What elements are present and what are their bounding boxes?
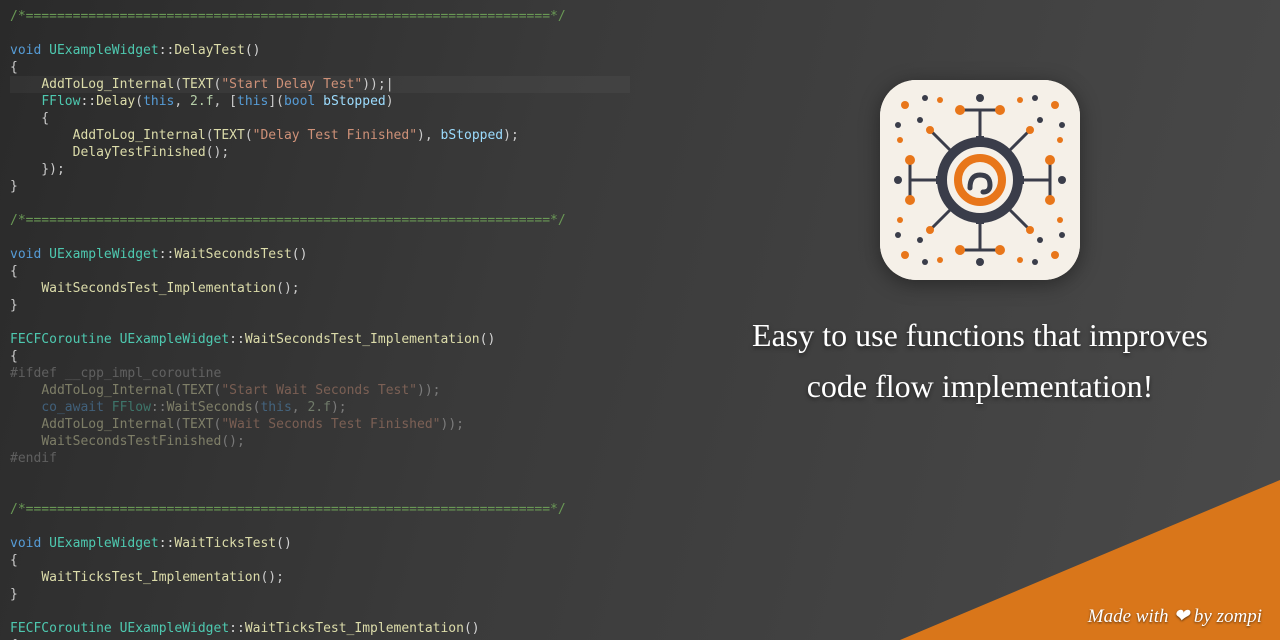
- right-panel: Easy to use functions that improves code…: [740, 80, 1220, 412]
- code-line: #endif: [10, 450, 630, 467]
- code-line: AddToLog_Internal(TEXT("Start Wait Secon…: [10, 382, 630, 399]
- code-line: [10, 195, 630, 212]
- code-line: /*======================================…: [10, 212, 630, 229]
- code-line: void UExampleWidget::DelayTest(): [10, 42, 630, 59]
- code-line: AddToLog_Internal(TEXT("Wait Seconds Tes…: [10, 416, 630, 433]
- code-line: AddToLog_Internal(TEXT("Start Delay Test…: [10, 76, 630, 93]
- code-line: {: [10, 59, 630, 76]
- code-line: FFlow::Delay(this, 2.f, [this](bool bSto…: [10, 93, 630, 110]
- code-line: WaitSecondsTestFinished();: [10, 433, 630, 450]
- code-line: }: [10, 297, 630, 314]
- code-line: DelayTestFinished();: [10, 144, 630, 161]
- code-line: }: [10, 586, 630, 603]
- code-line: void UExampleWidget::WaitTicksTest(): [10, 535, 630, 552]
- code-line: }: [10, 178, 630, 195]
- code-line: });: [10, 161, 630, 178]
- code-line: [10, 518, 630, 535]
- code-line: WaitTicksTest_Implementation();: [10, 569, 630, 586]
- product-logo: [880, 80, 1080, 280]
- code-line: void UExampleWidget::WaitSecondsTest(): [10, 246, 630, 263]
- code-line: [10, 603, 630, 620]
- code-line: FECFCoroutine UExampleWidget::WaitTicksT…: [10, 620, 630, 637]
- code-line: FECFCoroutine UExampleWidget::WaitSecond…: [10, 331, 630, 348]
- code-line: WaitSecondsTest_Implementation();: [10, 280, 630, 297]
- code-line: [10, 484, 630, 501]
- code-line: /*======================================…: [10, 8, 630, 25]
- code-line: co_await FFlow::WaitSeconds(this, 2.f);: [10, 399, 630, 416]
- code-line: [10, 229, 630, 246]
- code-line: {: [10, 110, 630, 127]
- code-line: {: [10, 263, 630, 280]
- code-line: #ifdef __cpp_impl_coroutine: [10, 365, 630, 382]
- code-line: [10, 467, 630, 484]
- code-line: /*======================================…: [10, 501, 630, 518]
- code-snippet: /*======================================…: [0, 0, 640, 640]
- code-line: [10, 25, 630, 42]
- tagline-text: Easy to use functions that improves code…: [740, 310, 1220, 412]
- credit-text: Made with ❤ by zompi: [1088, 605, 1262, 628]
- code-line: {: [10, 552, 630, 569]
- code-line: AddToLog_Internal(TEXT("Delay Test Finis…: [10, 127, 630, 144]
- code-line: {: [10, 348, 630, 365]
- code-line: [10, 314, 630, 331]
